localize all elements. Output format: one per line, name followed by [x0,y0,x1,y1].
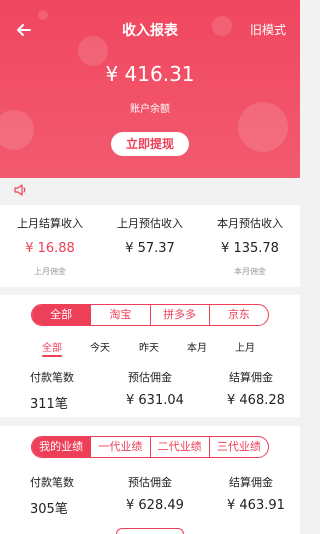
income-summary-card: 上月结算收入 ¥ 16.88 上月佣金 上月预估收入 ¥ 57.37 本月预估收… [0,205,300,287]
stat-sublabel: 本月佣金 [234,267,266,276]
header: 收入报表 旧模式 ¥ 416.31 账户余额 立即提现 [0,0,300,178]
decor-bubble [0,110,34,150]
header-estimated-commission: 预估佣金 [128,371,172,384]
summary-last-month-estimated: 上月预估收入 ¥ 57.37 [100,215,200,266]
settled-commission-value: ¥ 468.28 [227,393,285,408]
summary-last-month-settled: 上月结算收入 ¥ 16.88 上月佣金 [0,215,100,277]
tab-my-performance[interactable]: 我的业绩 [32,437,92,457]
stat-value: ¥ 135.78 [221,241,279,256]
period-all[interactable]: 全部 [42,339,62,354]
withdraw-button[interactable]: 立即提现 [111,132,189,156]
notice-bar [8,180,292,202]
tier-tabs: 我的业绩 一代业绩 二代业绩 三代业绩 [31,436,269,458]
speaker-icon [14,184,26,196]
header-settled-commission: 结算佣金 [229,371,273,384]
header-payment-count: 付款笔数 [30,371,74,384]
tier-stats-card: 我的业绩 一代业绩 二代业绩 三代业绩 付款笔数 预估佣金 结算佣金 305笔 … [0,426,300,534]
stat-label: 上月结算收入 [17,217,83,230]
platform-stats-card: 全部 淘宝 拼多多 京东 全部 今天 昨天 本月 上月 付款笔数 预估佣金 结算… [0,295,300,417]
tab-third-gen-performance[interactable]: 三代业绩 [210,437,268,457]
tab-taobao[interactable]: 淘宝 [91,305,151,325]
header-estimated-commission: 预估佣金 [128,476,172,489]
payment-count-value: 311笔 [30,397,68,412]
estimated-commission-value: ¥ 628.49 [126,498,184,513]
summary-this-month-estimated: 本月预估收入 ¥ 135.78 本月佣金 [200,215,300,277]
stat-label: 上月预估收入 [117,217,183,230]
period-yesterday[interactable]: 昨天 [139,339,159,354]
more-button-partial[interactable] [116,528,184,534]
stat-value: ¥ 16.88 [25,241,75,256]
tab-first-gen-performance[interactable]: 一代业绩 [91,437,151,457]
stat-value: ¥ 57.37 [125,241,175,256]
period-today[interactable]: 今天 [90,339,110,354]
tab-jd[interactable]: 京东 [210,305,268,325]
settled-commission-value: ¥ 463.91 [227,498,285,513]
tab-second-gen-performance[interactable]: 二代业绩 [151,437,210,457]
period-filter: 全部 今天 昨天 本月 上月 [0,339,300,357]
period-this-month[interactable]: 本月 [187,339,207,354]
tab-pinduoduo[interactable]: 拼多多 [151,305,210,325]
old-mode-button[interactable]: 旧模式 [250,21,286,38]
platform-tabs: 全部 淘宝 拼多多 京东 [31,304,269,326]
header-payment-count: 付款笔数 [30,476,74,489]
payment-count-value: 305笔 [30,502,68,517]
period-last-month[interactable]: 上月 [235,339,255,354]
estimated-commission-value: ¥ 631.04 [126,393,184,408]
header-settled-commission: 结算佣金 [229,476,273,489]
stat-label: 本月预估收入 [217,217,283,230]
tab-all[interactable]: 全部 [32,305,92,325]
active-period-indicator [42,355,62,357]
top-bar: 收入报表 旧模式 [0,18,300,42]
account-balance: ¥ 416.31 [105,62,195,86]
stat-sublabel: 上月佣金 [34,267,66,276]
account-balance-label: 账户余额 [130,104,170,115]
